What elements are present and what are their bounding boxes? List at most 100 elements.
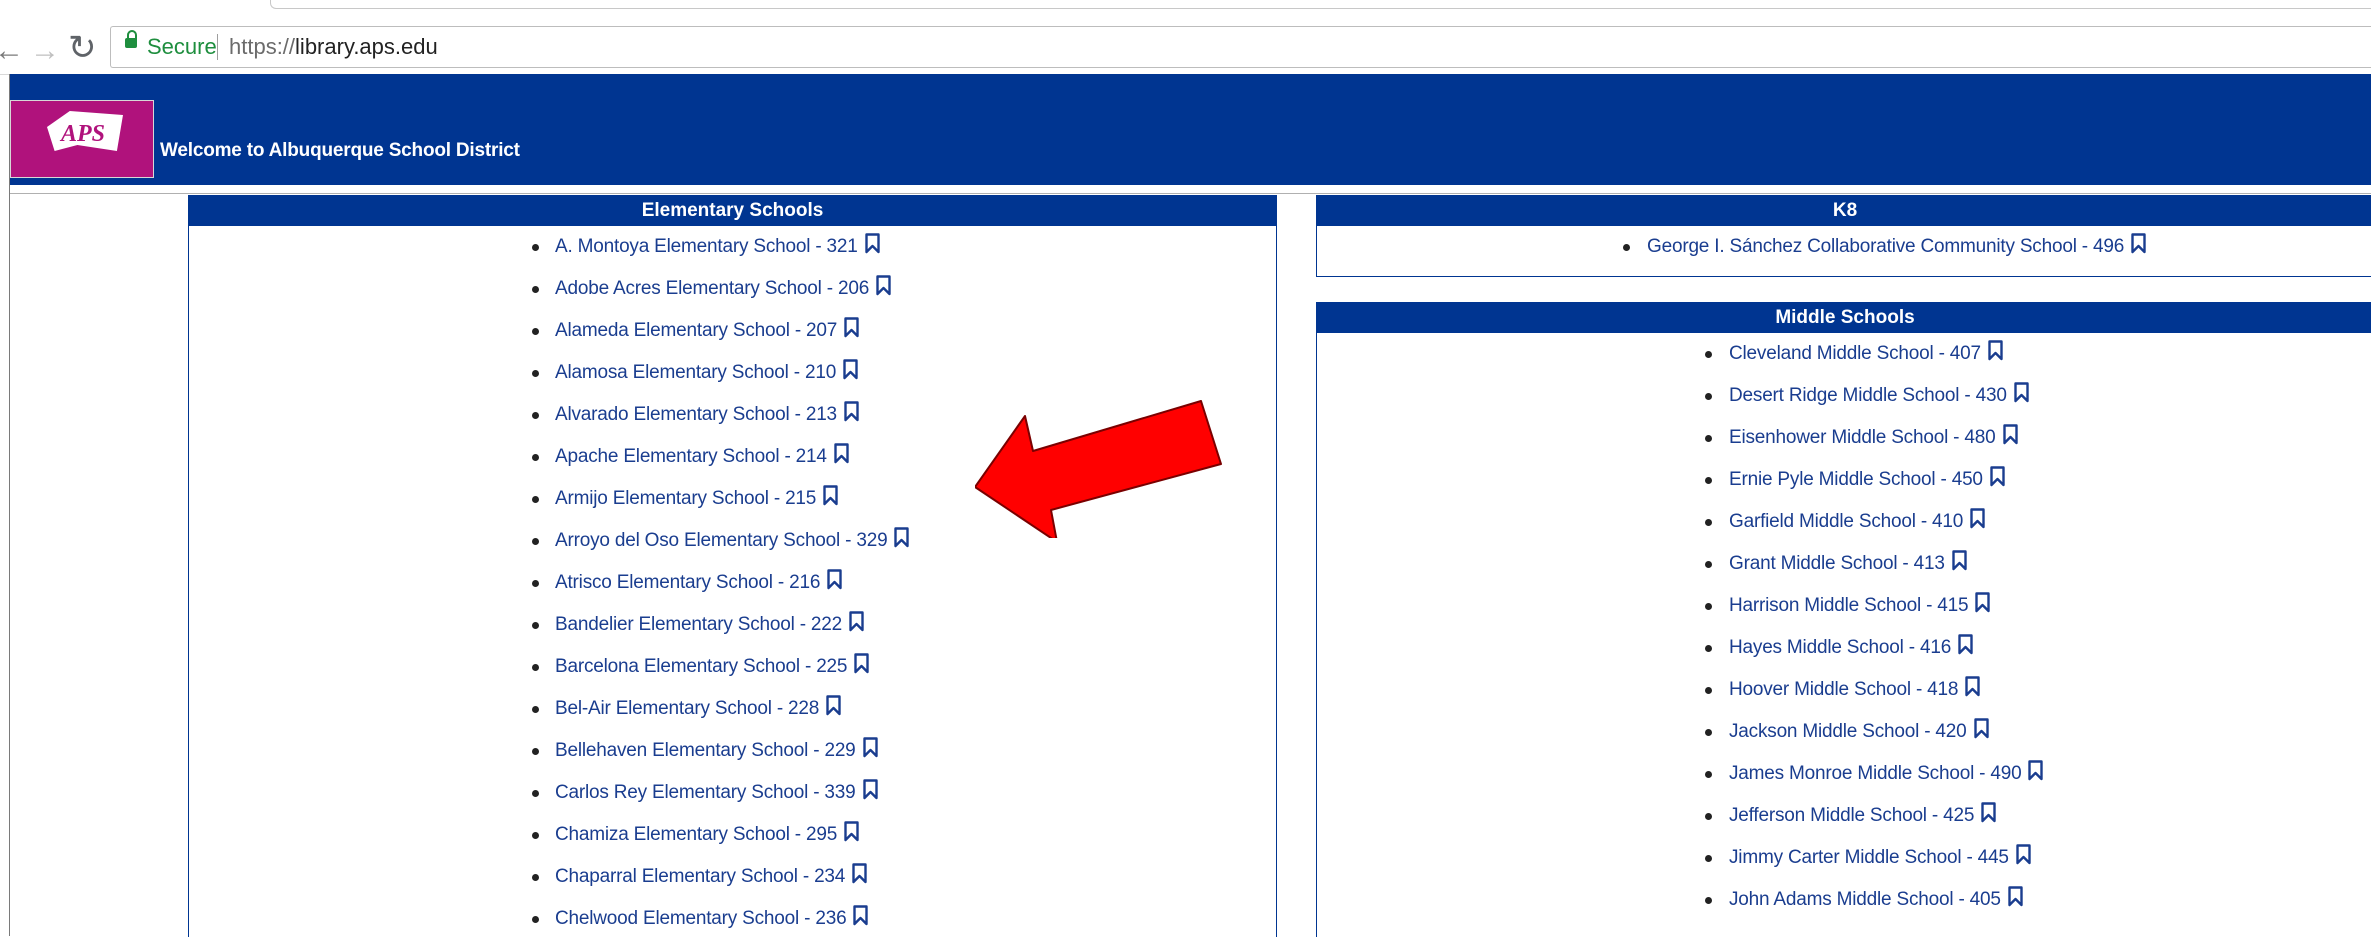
middle-school-label[interactable]: Jackson Middle School - 420 xyxy=(1729,721,1967,742)
address-bar[interactable]: Secure https://library.aps.edu xyxy=(110,26,2371,68)
middle-school-item[interactable]: John Adams Middle School - 405 xyxy=(1317,879,2371,921)
elementary-school-label[interactable]: Arroyo del Oso Elementary School - 329 xyxy=(555,530,888,551)
elementary-school-item[interactable]: Atrisco Elementary School - 216 xyxy=(189,562,1276,604)
elementary-school-label[interactable]: Bel-Air Elementary School - 228 xyxy=(555,698,819,719)
elementary-school-link[interactable]: Arroyo del Oso Elementary School - 329 xyxy=(555,520,910,562)
middle-school-label[interactable]: James Monroe Middle School - 490 xyxy=(1729,763,2022,784)
elementary-school-link[interactable]: Armijo Elementary School - 215 xyxy=(555,478,838,520)
elementary-school-item[interactable]: Chelwood Elementary School - 236 xyxy=(189,898,1276,940)
elementary-school-link[interactable]: Bandelier Elementary School - 222 xyxy=(555,604,864,646)
elementary-school-item[interactable]: Alameda Elementary School - 207 xyxy=(189,310,1276,352)
elementary-school-item[interactable]: Adobe Acres Elementary School - 206 xyxy=(189,268,1276,310)
bookmark-icon[interactable] xyxy=(834,443,849,464)
bookmark-icon[interactable] xyxy=(894,527,910,548)
middle-school-label[interactable]: Cleveland Middle School - 407 xyxy=(1729,343,1981,364)
elementary-school-link[interactable]: Barcelona Elementary School - 225 xyxy=(555,646,869,688)
bookmark-icon[interactable] xyxy=(862,779,878,800)
bookmark-icon[interactable] xyxy=(823,485,838,506)
middle-school-link[interactable]: Jackson Middle School - 420 xyxy=(1729,711,1989,753)
elementary-school-label[interactable]: Armijo Elementary School - 215 xyxy=(555,488,816,509)
bookmark-icon[interactable] xyxy=(853,905,869,926)
middle-school-item[interactable]: Jimmy Carter Middle School - 445 xyxy=(1317,837,2371,879)
bookmark-icon[interactable] xyxy=(2002,424,2018,445)
bookmark-icon[interactable] xyxy=(1975,592,1991,613)
bookmark-icon[interactable] xyxy=(1958,634,1973,655)
elementary-school-label[interactable]: Carlos Rey Elementary School - 339 xyxy=(555,782,856,803)
bookmark-icon[interactable] xyxy=(1970,508,1985,529)
middle-school-label[interactable]: Garfield Middle School - 410 xyxy=(1729,511,1963,532)
back-arrow-icon[interactable]: ← xyxy=(0,34,24,68)
forward-arrow-icon[interactable]: → xyxy=(30,34,60,68)
elementary-school-label[interactable]: Apache Elementary School - 214 xyxy=(555,446,827,467)
middle-school-label[interactable]: Harrison Middle School - 415 xyxy=(1729,595,1969,616)
middle-school-label[interactable]: Grant Middle School - 413 xyxy=(1729,553,1945,574)
k8-school-item[interactable]: George I. Sánchez Collaborative Communit… xyxy=(1317,226,2371,268)
middle-school-link[interactable]: Hayes Middle School - 416 xyxy=(1729,627,1973,669)
elementary-school-link[interactable]: A. Montoya Elementary School - 321 xyxy=(555,226,880,268)
bookmark-icon[interactable] xyxy=(844,401,859,422)
middle-school-item[interactable]: Harrison Middle School - 415 xyxy=(1317,585,2371,627)
middle-school-item[interactable]: Eisenhower Middle School - 480 xyxy=(1317,417,2371,459)
middle-school-label[interactable]: Hayes Middle School - 416 xyxy=(1729,637,1951,658)
middle-school-link[interactable]: John Adams Middle School - 405 xyxy=(1729,879,2023,921)
middle-school-item[interactable]: Hayes Middle School - 416 xyxy=(1317,627,2371,669)
aps-logo[interactable]: APS xyxy=(10,100,154,178)
elementary-school-link[interactable]: Alamosa Elementary School - 210 xyxy=(555,352,858,394)
middle-school-label[interactable]: Jimmy Carter Middle School - 445 xyxy=(1729,847,2009,868)
k8-school-label[interactable]: George I. Sánchez Collaborative Communit… xyxy=(1647,236,2124,257)
middle-school-link[interactable]: Hoover Middle School - 418 xyxy=(1729,669,1980,711)
middle-school-item[interactable]: Grant Middle School - 413 xyxy=(1317,543,2371,585)
middle-school-link[interactable]: Garfield Middle School - 410 xyxy=(1729,501,1985,543)
bookmark-icon[interactable] xyxy=(2014,382,2029,403)
middle-school-link[interactable]: Ernie Pyle Middle School - 450 xyxy=(1729,459,2005,501)
elementary-school-label[interactable]: Alvarado Elementary School - 213 xyxy=(555,404,837,425)
elementary-school-item[interactable]: Barcelona Elementary School - 225 xyxy=(189,646,1276,688)
middle-school-label[interactable]: Ernie Pyle Middle School - 450 xyxy=(1729,469,1983,490)
bookmark-icon[interactable] xyxy=(1952,550,1967,571)
elementary-school-label[interactable]: Bellehaven Elementary School - 229 xyxy=(555,740,856,761)
bookmark-icon[interactable] xyxy=(1990,466,2005,487)
middle-school-link[interactable]: Jimmy Carter Middle School - 445 xyxy=(1729,837,2031,879)
middle-school-item[interactable]: James Monroe Middle School - 490 xyxy=(1317,753,2371,795)
reload-icon[interactable]: ↻ xyxy=(68,28,97,68)
bookmark-icon[interactable] xyxy=(2008,886,2023,907)
elementary-school-label[interactable]: Adobe Acres Elementary School - 206 xyxy=(555,278,869,299)
bookmark-icon[interactable] xyxy=(1973,718,1989,739)
url-text[interactable]: https://library.aps.edu xyxy=(229,34,438,60)
elementary-school-link[interactable]: Chaparral Elementary School - 234 xyxy=(555,856,867,898)
middle-school-item[interactable]: Cleveland Middle School - 407 xyxy=(1317,333,2371,375)
bookmark-icon[interactable] xyxy=(862,737,878,758)
middle-school-link[interactable]: Cleveland Middle School - 407 xyxy=(1729,333,2003,375)
elementary-school-link[interactable]: Adobe Acres Elementary School - 206 xyxy=(555,268,891,310)
middle-school-label[interactable]: Desert Ridge Middle School - 430 xyxy=(1729,385,2007,406)
elementary-school-label[interactable]: Atrisco Elementary School - 216 xyxy=(555,572,820,593)
middle-school-label[interactable]: Eisenhower Middle School - 480 xyxy=(1729,427,1996,448)
bookmark-icon[interactable] xyxy=(852,863,867,884)
elementary-school-label[interactable]: Barcelona Elementary School - 225 xyxy=(555,656,847,677)
bookmark-icon[interactable] xyxy=(864,233,880,254)
elementary-school-link[interactable]: Alvarado Elementary School - 213 xyxy=(555,394,859,436)
middle-school-link[interactable]: Desert Ridge Middle School - 430 xyxy=(1729,375,2029,417)
bookmark-icon[interactable] xyxy=(826,695,841,716)
middle-school-link[interactable]: Grant Middle School - 413 xyxy=(1729,543,1967,585)
middle-school-item[interactable]: Desert Ridge Middle School - 430 xyxy=(1317,375,2371,417)
elementary-school-link[interactable]: Apache Elementary School - 214 xyxy=(555,436,849,478)
elementary-school-item[interactable]: Bellehaven Elementary School - 229 xyxy=(189,730,1276,772)
bookmark-icon[interactable] xyxy=(2028,760,2044,781)
elementary-school-label[interactable]: Bandelier Elementary School - 222 xyxy=(555,614,842,635)
bookmark-icon[interactable] xyxy=(844,821,859,842)
elementary-school-label[interactable]: Chelwood Elementary School - 236 xyxy=(555,908,847,929)
elementary-school-item[interactable]: Chaparral Elementary School - 234 xyxy=(189,856,1276,898)
middle-school-label[interactable]: John Adams Middle School - 405 xyxy=(1729,889,2001,910)
middle-school-item[interactable]: Jefferson Middle School - 425 xyxy=(1317,795,2371,837)
elementary-school-link[interactable]: Alameda Elementary School - 207 xyxy=(555,310,859,352)
bookmark-icon[interactable] xyxy=(827,569,842,590)
elementary-school-item[interactable]: Bel-Air Elementary School - 228 xyxy=(189,688,1276,730)
bookmark-icon[interactable] xyxy=(2131,233,2146,254)
bookmark-icon[interactable] xyxy=(849,611,864,632)
middle-school-link[interactable]: Eisenhower Middle School - 480 xyxy=(1729,417,2018,459)
secure-label[interactable]: Secure xyxy=(147,34,217,60)
elementary-school-label[interactable]: A. Montoya Elementary School - 321 xyxy=(555,236,858,257)
elementary-school-label[interactable]: Alameda Elementary School - 207 xyxy=(555,320,837,341)
bookmark-icon[interactable] xyxy=(876,275,891,296)
